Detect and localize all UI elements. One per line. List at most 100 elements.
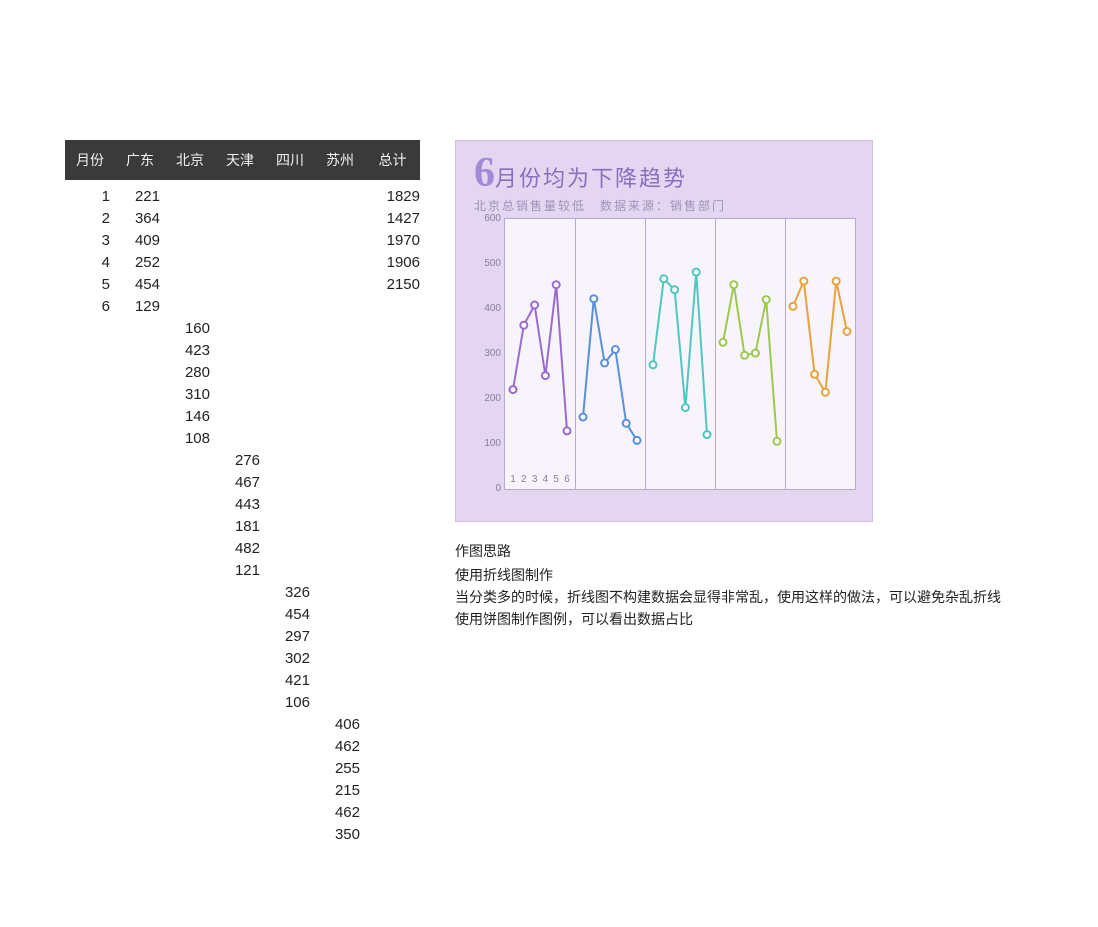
cell: 443 bbox=[215, 494, 260, 516]
col-tj: 276 467 443 181 482 121 bbox=[215, 450, 260, 582]
cell: 297 bbox=[265, 626, 310, 648]
notes-heading: 作图思路 bbox=[455, 540, 1055, 562]
data-point bbox=[580, 414, 587, 421]
cell: 252 bbox=[115, 252, 160, 274]
data-point bbox=[531, 302, 538, 309]
table-header-row: 月份 广东 北京 天津 四川 苏州 总计 bbox=[65, 140, 420, 180]
cell: 108 bbox=[165, 428, 210, 450]
data-point bbox=[693, 269, 700, 276]
data-point bbox=[553, 281, 560, 288]
x-tick: 5 bbox=[551, 474, 561, 485]
col-header-tj: 天津 bbox=[215, 150, 265, 170]
series-广东 bbox=[510, 281, 571, 434]
data-point bbox=[763, 296, 770, 303]
notes-line: 使用折线图制作 bbox=[455, 564, 1055, 586]
col-sz: 406 462 255 215 462 350 bbox=[315, 714, 360, 846]
data-point bbox=[671, 286, 678, 293]
col-sc: 326 454 297 302 421 106 bbox=[265, 582, 310, 714]
data-point bbox=[720, 339, 727, 346]
cell: 1 bbox=[65, 186, 110, 208]
cell: 2 bbox=[65, 208, 110, 230]
data-point bbox=[542, 372, 549, 379]
series-四川 bbox=[720, 281, 781, 445]
plot-wrap: 0100200300400500600123456 bbox=[474, 218, 854, 508]
panel-divider bbox=[715, 219, 716, 489]
cell: 423 bbox=[165, 340, 210, 362]
cell: 4 bbox=[65, 252, 110, 274]
data-point bbox=[590, 295, 597, 302]
x-tick: 6 bbox=[562, 474, 572, 485]
data-point bbox=[612, 346, 619, 353]
y-tick: 500 bbox=[477, 258, 501, 269]
data-point bbox=[811, 371, 818, 378]
cell: 3 bbox=[65, 230, 110, 252]
cell: 350 bbox=[315, 824, 360, 846]
data-point bbox=[510, 386, 517, 393]
cell: 5 bbox=[65, 274, 110, 296]
data-point bbox=[660, 275, 667, 282]
data-point bbox=[752, 350, 759, 357]
cell: 364 bbox=[115, 208, 160, 230]
col-header-total: 总计 bbox=[365, 150, 420, 170]
cell: 181 bbox=[215, 516, 260, 538]
series-天津 bbox=[650, 269, 711, 439]
x-tick: 1 bbox=[508, 474, 518, 485]
cell: 6 bbox=[65, 296, 110, 318]
data-point bbox=[741, 352, 748, 359]
series-苏州 bbox=[790, 278, 851, 396]
chart-title-prefix: 6 bbox=[474, 150, 495, 196]
y-tick: 300 bbox=[477, 348, 501, 359]
data-point bbox=[564, 427, 571, 434]
cell: 1829 bbox=[365, 186, 420, 208]
notes-block: 作图思路 使用折线图制作 当分类多的时候，折线图不构建数据会显得非常乱，使用这样… bbox=[455, 540, 1055, 630]
cell: 326 bbox=[265, 582, 310, 604]
data-point bbox=[623, 420, 630, 427]
cell: 421 bbox=[265, 670, 310, 692]
cell: 146 bbox=[165, 406, 210, 428]
y-tick: 100 bbox=[477, 438, 501, 449]
data-point bbox=[833, 278, 840, 285]
cell: 462 bbox=[315, 802, 360, 824]
data-point bbox=[704, 431, 711, 438]
data-point bbox=[634, 437, 641, 444]
data-point bbox=[601, 360, 608, 367]
cell: 454 bbox=[265, 604, 310, 626]
cell: 215 bbox=[315, 780, 360, 802]
cell: 2150 bbox=[365, 274, 420, 296]
chart-panel: 6月份均为下降趋势 北京总销售量较低 数据来源：销售部门 01002003004… bbox=[455, 140, 873, 522]
chart-title-rest: 月份均为下降趋势 bbox=[495, 166, 687, 191]
cell: 129 bbox=[115, 296, 160, 318]
y-tick: 200 bbox=[477, 393, 501, 404]
y-tick: 0 bbox=[477, 483, 501, 494]
cell: 409 bbox=[115, 230, 160, 252]
table-body: 1 2 3 4 5 6 221 364 409 252 454 129 160 … bbox=[65, 180, 420, 886]
col-month: 1 2 3 4 5 6 bbox=[65, 186, 110, 318]
cell: 280 bbox=[165, 362, 210, 384]
cell: 482 bbox=[215, 538, 260, 560]
cell: 1970 bbox=[365, 230, 420, 252]
notes-line: 使用饼图制作图例，可以看出数据占比 bbox=[455, 608, 1055, 630]
data-point bbox=[774, 438, 781, 445]
cell: 1427 bbox=[365, 208, 420, 230]
col-bj: 160 423 280 310 146 108 bbox=[165, 318, 210, 450]
data-point bbox=[822, 389, 829, 396]
chart-title: 6月份均为下降趋势 bbox=[456, 141, 872, 197]
col-gd: 221 364 409 252 454 129 bbox=[115, 186, 160, 318]
cell: 221 bbox=[115, 186, 160, 208]
cell: 276 bbox=[215, 450, 260, 472]
notes-line: 当分类多的时候，折线图不构建数据会显得非常乱，使用这样的做法，可以避免杂乱折线 bbox=[455, 586, 1055, 608]
chart-svg bbox=[505, 219, 855, 489]
cell: 302 bbox=[265, 648, 310, 670]
col-header-month: 月份 bbox=[65, 150, 115, 170]
cell: 106 bbox=[265, 692, 310, 714]
data-point bbox=[682, 404, 689, 411]
cell: 160 bbox=[165, 318, 210, 340]
col-header-sc: 四川 bbox=[265, 150, 315, 170]
cell: 462 bbox=[315, 736, 360, 758]
y-tick: 600 bbox=[477, 213, 501, 224]
panel-divider bbox=[645, 219, 646, 489]
cell: 454 bbox=[115, 274, 160, 296]
data-point bbox=[730, 281, 737, 288]
col-total: 1829 1427 1970 1906 2150 bbox=[365, 186, 420, 296]
panel-divider bbox=[575, 219, 576, 489]
